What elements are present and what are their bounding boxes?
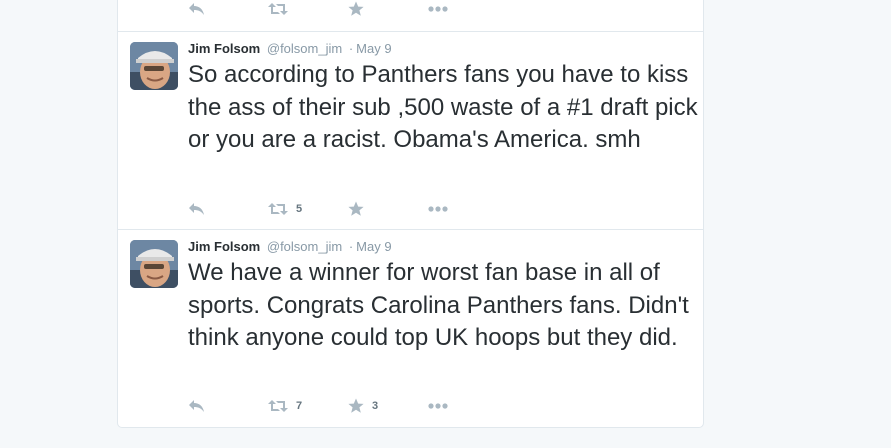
favorite-button[interactable] <box>348 0 372 19</box>
separator: · <box>348 41 354 56</box>
reply-icon <box>189 3 204 15</box>
author-fullname[interactable]: Jim Folsom <box>188 41 260 56</box>
retweet-icon <box>268 3 288 15</box>
more-button[interactable] <box>428 396 448 416</box>
star-icon <box>348 201 364 216</box>
tweet-actions: 5 <box>188 199 488 219</box>
tweet-header: Jim Folsom @folsom_jim · May 9 <box>188 239 392 254</box>
tweet-timestamp[interactable]: May 9 <box>356 239 391 254</box>
retweet-count: 7 <box>296 400 303 412</box>
retweet-button[interactable]: 7 <box>268 396 302 416</box>
tweet-text: We have a winner for worst fan base in a… <box>188 259 689 351</box>
reply-button[interactable] <box>188 199 205 219</box>
favorite-button[interactable] <box>348 199 372 219</box>
author-fullname[interactable]: Jim Folsom <box>188 239 260 254</box>
retweet-button[interactable]: 5 <box>268 199 302 219</box>
avatar-image <box>130 240 178 288</box>
reply-button[interactable] <box>188 396 205 416</box>
tweet-text: So according to Panthers fans you have t… <box>188 61 698 153</box>
reply-icon <box>189 400 204 412</box>
retweet-count: 5 <box>296 203 303 215</box>
more-icon <box>428 6 448 12</box>
tweet[interactable]: Jim Folsom @folsom_jim · May 9 So accordi… <box>118 32 703 230</box>
tweet-timestamp[interactable]: May 9 <box>356 41 391 56</box>
star-icon <box>348 1 364 16</box>
favorite-button[interactable]: 3 <box>348 396 378 416</box>
author-username[interactable]: @folsom_jim <box>267 41 342 56</box>
separator: · <box>348 239 354 254</box>
retweet-icon <box>268 203 288 215</box>
more-button[interactable] <box>428 0 448 19</box>
retweet-button[interactable] <box>268 0 296 19</box>
tweet[interactable]: Jim Folsom @folsom_jim · May 9 We have a … <box>118 230 703 426</box>
timeline: Jim Folsom @folsom_jim · May 9 So accordi… <box>117 0 704 428</box>
reply-button[interactable] <box>188 0 205 19</box>
more-icon <box>428 403 448 409</box>
avatar[interactable] <box>130 240 178 288</box>
tweet-actions: 7 3 <box>188 396 488 416</box>
star-icon <box>348 398 364 413</box>
retweet-icon <box>268 400 288 412</box>
reply-icon <box>189 203 204 215</box>
tweet-actions <box>188 0 488 19</box>
tweet-partial[interactable] <box>118 0 703 32</box>
avatar-image <box>130 42 178 90</box>
tweet-header: Jim Folsom @folsom_jim · May 9 <box>188 41 392 56</box>
favorite-count: 3 <box>372 400 379 412</box>
more-icon <box>428 206 448 212</box>
avatar[interactable] <box>130 42 178 90</box>
author-username[interactable]: @folsom_jim <box>267 239 342 254</box>
more-button[interactable] <box>428 199 448 219</box>
